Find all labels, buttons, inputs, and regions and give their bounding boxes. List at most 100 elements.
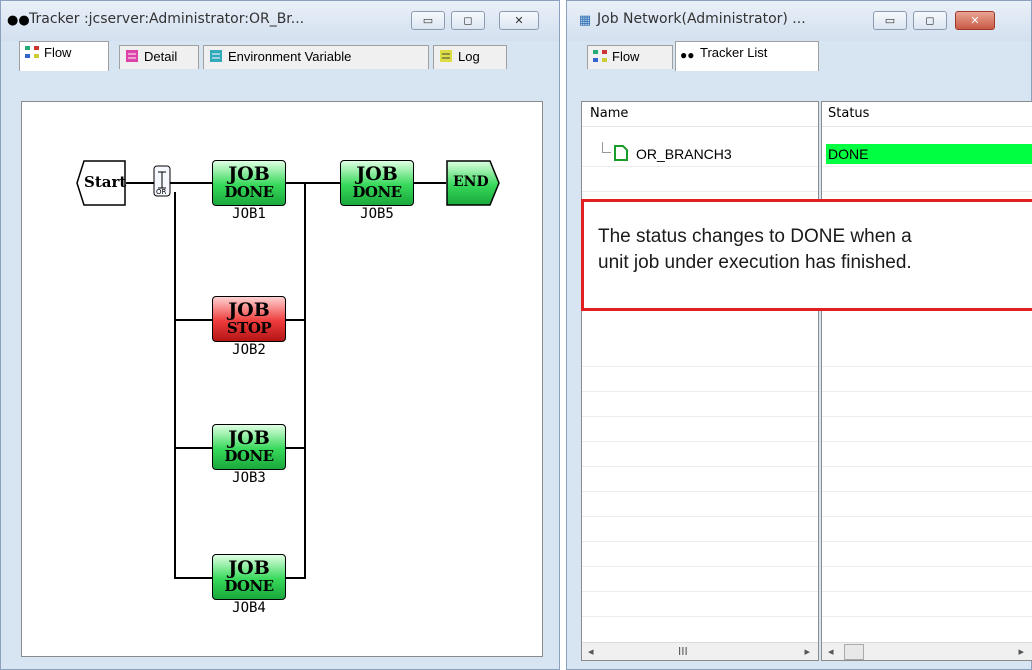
job1-node[interactable]: JOB DONE [212, 160, 286, 206]
scroll-left-arrow[interactable]: ◂ [828, 645, 834, 658]
connector-line [174, 447, 212, 449]
tab-detail[interactable]: Detail [119, 45, 199, 69]
list-row [582, 517, 818, 542]
list-row [822, 492, 1032, 517]
tab-flow[interactable]: Flow [587, 45, 673, 69]
job3-line1: JOB [228, 427, 270, 449]
close-button[interactable]: ✕ [499, 11, 539, 30]
scroll-right-arrow[interactable]: ▸ [804, 645, 810, 658]
window-title: Tracker :jcserver:Administrator:OR_Br... [29, 11, 305, 27]
scroll-grip[interactable]: III [678, 645, 688, 658]
tracker-tabs: Flow Detail Environment Variable Log [9, 41, 551, 71]
scroll-left-arrow[interactable]: ◂ [588, 645, 594, 658]
tracker-row-name: OR_BRANCH3 [636, 146, 732, 162]
tracker-status-pane: Status DONE ◂ ▸ [821, 101, 1032, 661]
name-pane-scrollbar[interactable]: ◂ III ▸ [582, 642, 818, 660]
list-row [582, 442, 818, 467]
tab-environment-variable-label: Environment Variable [228, 49, 352, 64]
svg-text:OR: OR [156, 188, 167, 196]
list-row [582, 467, 818, 492]
job2-label: JOB2 [232, 342, 266, 358]
tree-line [602, 142, 611, 153]
job-network-icon: ▦ [578, 13, 592, 28]
callout-text: The status changes to DONE when a unit j… [598, 224, 912, 276]
tab-environment-variable[interactable]: Environment Variable [203, 45, 429, 69]
detail-icon [124, 48, 140, 62]
callout-line-2: unit job under execution has finished. [598, 252, 912, 273]
or-branch-icon[interactable]: OR [152, 164, 172, 200]
connector-line [414, 182, 446, 184]
connector-line [286, 182, 340, 184]
connector-line [174, 192, 176, 579]
job4-node[interactable]: JOB DONE [212, 554, 286, 600]
scroll-right-arrow[interactable]: ▸ [1018, 645, 1024, 658]
column-header-status[interactable]: Status [822, 102, 1032, 127]
job5-status: DONE [352, 183, 402, 201]
tracker-titlebar[interactable]: ●● Tracker :jcserver:Administrator:OR_Br… [1, 1, 559, 41]
status-row[interactable]: DONE [822, 142, 1032, 167]
minimize-button[interactable]: ▭ [411, 11, 445, 30]
list-row [582, 592, 818, 617]
list-row [822, 167, 1032, 192]
tracker-row[interactable]: OR_BRANCH3 [582, 142, 818, 167]
list-row [822, 342, 1032, 367]
list-row [582, 417, 818, 442]
job4-line1: JOB [228, 557, 270, 579]
tab-log[interactable]: Log [433, 45, 507, 69]
tab-tracker-list[interactable]: ●● Tracker List [675, 41, 819, 71]
env-var-icon [208, 48, 224, 62]
list-row [822, 542, 1032, 567]
flow-icon [592, 48, 608, 62]
list-row [582, 367, 818, 392]
job-network-window: ▦ Job Network(Administrator) ... ▭ ◻ ✕ F… [566, 0, 1032, 670]
list-row [582, 492, 818, 517]
tab-flow-label: Flow [44, 45, 72, 60]
tab-log-label: Log [458, 49, 480, 64]
minimize-button[interactable]: ▭ [873, 11, 907, 30]
binoculars-icon: ●● [680, 48, 695, 62]
status-pane-scrollbar[interactable]: ◂ ▸ [822, 642, 1032, 660]
connector-line [286, 447, 304, 449]
maximize-button[interactable]: ◻ [451, 11, 485, 30]
status-done-cell: DONE [826, 144, 1032, 164]
list-row [822, 567, 1032, 592]
list-row [822, 417, 1032, 442]
column-header-name[interactable]: Name [582, 102, 818, 127]
connector-line [286, 577, 304, 579]
tracker-name-pane: Name OR_BRANCH3 ◂ III ▸ [581, 101, 819, 661]
start-label: Start [84, 173, 127, 191]
job5-label: JOB5 [360, 206, 394, 222]
job2-node[interactable]: JOB STOP [212, 296, 286, 342]
job-network-tabs: Flow ●● Tracker List [575, 41, 1023, 71]
tab-flow[interactable]: Flow [19, 41, 109, 71]
list-row [822, 517, 1032, 542]
list-row [822, 392, 1032, 417]
list-row [582, 342, 818, 367]
callout-box: The status changes to DONE when a unit j… [581, 199, 1032, 311]
scroll-thumb[interactable] [844, 644, 864, 660]
job5-line1: JOB [356, 163, 398, 185]
connector-line [174, 319, 212, 321]
callout-line-1: The status changes to DONE when a [598, 226, 912, 247]
job-network-titlebar[interactable]: ▦ Job Network(Administrator) ... ▭ ◻ ✕ [567, 1, 1031, 41]
job3-node[interactable]: JOB DONE [212, 424, 286, 470]
tab-tracker-list-label: Tracker List [700, 45, 768, 60]
connector-line [304, 182, 306, 579]
job1-label: JOB1 [232, 206, 266, 222]
flow-icon [24, 44, 40, 58]
end-node[interactable]: END [446, 160, 500, 206]
list-row [582, 542, 818, 567]
list-row [582, 392, 818, 417]
log-icon [438, 48, 454, 62]
maximize-button[interactable]: ◻ [913, 11, 947, 30]
list-row [822, 367, 1032, 392]
job1-status: DONE [224, 183, 274, 201]
job3-status: DONE [224, 447, 274, 465]
start-node[interactable]: Start [76, 160, 126, 206]
job5-node[interactable]: JOB DONE [340, 160, 414, 206]
end-label: END [453, 174, 489, 190]
tab-detail-label: Detail [144, 49, 178, 64]
window-title: Job Network(Administrator) ... [597, 11, 806, 27]
flow-canvas: Start OR JOB DONE JOB1 JOB STOP JOB2 JOB… [21, 101, 543, 657]
close-button[interactable]: ✕ [955, 11, 995, 30]
